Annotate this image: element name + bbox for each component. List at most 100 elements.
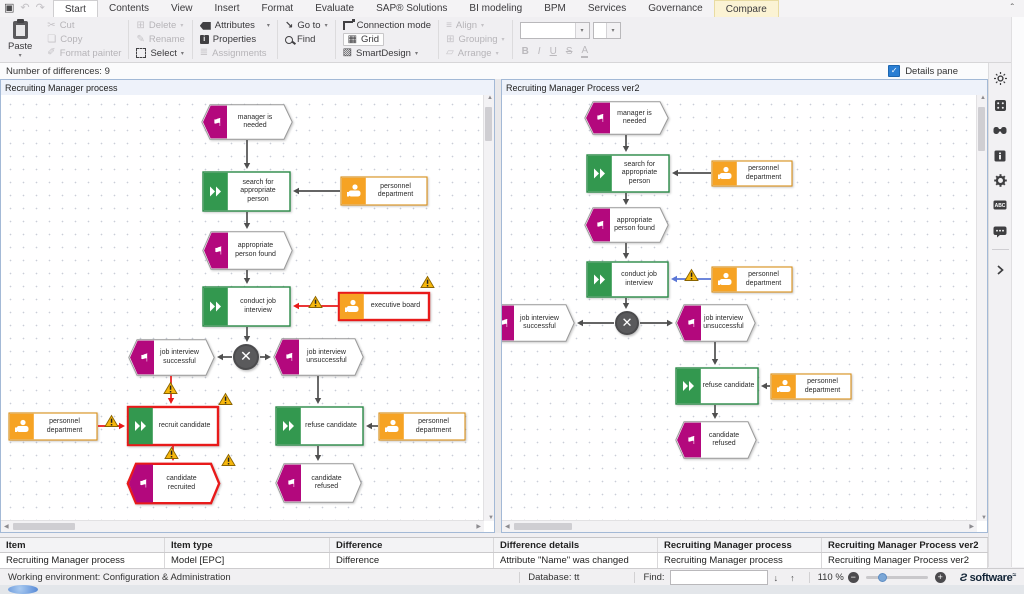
tab-compare[interactable]: Compare [713,0,779,17]
node-org[interactable]: personnel department [711,160,793,187]
node-function[interactable]: conduct job interview [586,261,669,298]
horizontal-scroll-thumb[interactable] [514,523,572,530]
node-org-diff[interactable]: executive board [337,291,431,322]
tab-start[interactable]: Start [52,0,98,17]
details-pane-checkbox[interactable]: ✓ [888,65,901,77]
xor-connector[interactable]: ✕ [615,311,639,335]
grid-button[interactable]: ▦ Grid [342,33,431,46]
tab-evaluate[interactable]: Evaluate [304,0,365,17]
find-next-icon[interactable]: ↓ [768,573,785,583]
find-previous-icon[interactable]: ↑ [784,573,801,583]
node-event[interactable]: ⚑ candidate refused [275,463,362,503]
tab-view[interactable]: View [160,0,204,17]
vertical-scroll-thumb[interactable] [978,107,985,151]
node-event[interactable]: ⚑ candidate refused [675,421,757,459]
paste-button[interactable]: Paste ▾ [0,17,40,62]
horizontal-scrollbar[interactable]: ◀ ▶ [502,520,977,532]
align-button[interactable]: ≡ Align ▾ [446,20,505,32]
node-function[interactable]: search for appropriate person [586,154,670,193]
dice-icon[interactable] [993,98,1007,112]
font-color-button[interactable]: A [581,45,589,58]
xor-connector[interactable]: ✕ [233,344,259,370]
node-event[interactable]: ⚑ appropriate person found [202,231,293,270]
bold-button[interactable]: B [522,46,529,57]
font-size-select[interactable]: ▾ [592,21,621,39]
diagram-canvas-right[interactable]: ⚑ manager is needed search for appropriate… [502,95,977,521]
horizontal-scrollbar[interactable]: ◀ ▶ [1,520,484,532]
diagram-canvas-left[interactable]: ⚑ manager is needed search for appropriate… [1,95,484,521]
tab-bi-modeling[interactable]: BI modeling [458,0,533,17]
table-cell: Recruiting Manager Process ver2 [822,553,988,568]
cut-button[interactable]: ✂ Cut [47,20,121,32]
underline-button[interactable]: U [550,46,557,57]
goto-button[interactable]: ↘ Go to ▾ [285,20,328,32]
node-org[interactable]: personnel department [711,266,793,293]
warning-icon [420,275,435,288]
node-function-diff[interactable]: recruit candidate [126,405,220,447]
find-input[interactable] [669,570,768,585]
save-icon[interactable]: ▣ [4,3,14,14]
trash-icon: ⊞ [136,19,145,31]
node-event-diff[interactable]: ⚑ candidate recruited [126,462,221,505]
delete-button[interactable]: ⊞ Delete ▾ [136,20,184,32]
info-icon[interactable] [993,149,1007,163]
vertical-scroll-thumb[interactable] [485,107,492,141]
zoom-out-button[interactable]: − [847,572,859,583]
node-event[interactable]: ⚑ manager is needed [201,104,293,140]
node-function[interactable]: search for appropriate person [202,171,291,212]
tab-bpm[interactable]: BPM [533,0,577,17]
node-function[interactable]: refuse candidate [275,406,364,446]
vertical-scrollbar[interactable]: ▲ ▼ [483,95,494,521]
strikethrough-button[interactable]: S [566,46,573,57]
node-event[interactable]: ⚑ job interview unsuccessful [675,304,756,342]
grouping-button[interactable]: ⊞ Grouping ▾ [446,34,505,46]
node-org[interactable]: personnel department [8,412,98,441]
node-org[interactable]: personnel department [340,176,428,206]
find-button[interactable]: Find [284,34,328,46]
font-family-select[interactable]: ▾ [519,21,590,39]
properties-button[interactable]: i Properties [199,34,270,46]
format-painter-button[interactable]: ✐ Format painter [47,47,121,59]
tab-services[interactable]: Services [577,0,637,17]
redo-icon[interactable]: ↷ [36,3,45,14]
warning-icon [308,295,323,308]
sun-icon[interactable] [993,71,1007,85]
arrange-button[interactable]: ▱ Arrange ▾ [446,47,505,59]
collapse-ribbon-button[interactable]: ˆ [1001,0,1024,17]
abc-icon[interactable]: ABC [993,198,1007,212]
connection-mode-button[interactable]: Connection mode [342,19,431,32]
copy-button[interactable]: ❏ Copy [47,34,121,46]
tab-insert[interactable]: Insert [204,0,251,17]
comment-icon[interactable] [993,225,1007,239]
tab-format[interactable]: Format [251,0,305,17]
node-event[interactable]: ⚑ job interview unsuccessful [273,338,364,376]
chevron-right-icon[interactable] [993,263,1007,277]
node-event[interactable]: ⚑ appropriate person found [584,207,669,243]
assignments-button[interactable]: ≣ Assignments [200,47,270,59]
italic-button[interactable]: I [538,46,541,57]
binoculars-icon[interactable] [993,123,1007,137]
tab-contents[interactable]: Contents [98,0,160,17]
zoom-slider-knob[interactable] [877,573,887,582]
horizontal-scroll-thumb[interactable] [13,523,75,530]
table-cell: Model [EPC] [165,553,330,568]
rename-button[interactable]: ✎ Rename [136,34,184,46]
zoom-slider[interactable] [865,573,928,582]
gear-icon[interactable] [993,173,1007,187]
node-function[interactable]: conduct job interview [202,286,291,327]
node-event[interactable]: ⚑ job interview successful [128,339,215,376]
smartdesign-button[interactable]: ▧ SmartDesign ▾ [343,47,431,59]
node-function[interactable]: refuse candidate [675,367,759,405]
zoom-in-button[interactable]: + [934,572,946,583]
node-event[interactable]: ⚑ job interview successful [502,304,575,342]
vertical-scrollbar[interactable]: ▲ ▼ [976,95,987,521]
node-org[interactable]: personnel department [770,373,852,400]
tab-sap-solutions[interactable]: SAP® Solutions [365,0,458,17]
node-event[interactable]: ⚑ manager is needed [584,101,669,135]
attributes-button[interactable]: Attributes ▾ [199,20,270,32]
node-org[interactable]: personnel department [378,412,466,441]
table-row[interactable]: Recruiting Manager process Model [EPC] Dif… [0,553,988,568]
select-button[interactable]: Select ▾ [136,47,184,59]
tab-governance[interactable]: Governance [637,0,713,17]
undo-icon[interactable]: ↶ [20,3,29,14]
